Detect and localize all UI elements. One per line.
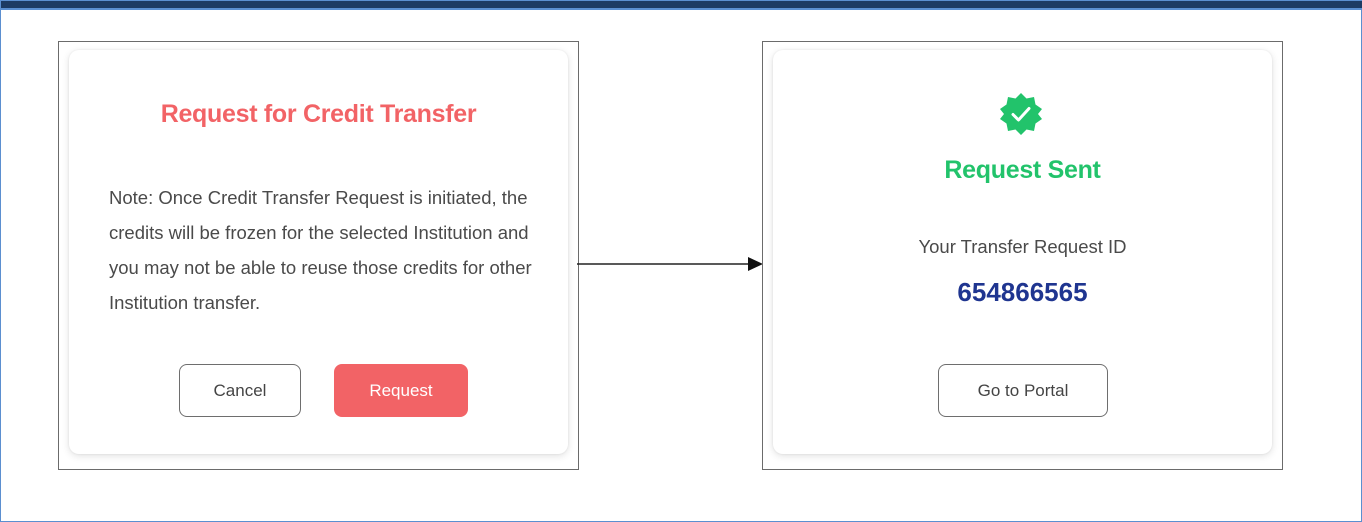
transfer-request-id-value: 654866565: [957, 277, 1088, 307]
screenshot-frame: Request for Credit Transfer Note: Once C…: [0, 0, 1362, 522]
request-sent-title: Request Sent: [944, 156, 1101, 184]
flow-arrow: [577, 257, 763, 271]
credit-transfer-note: Note: Once Credit Transfer Request is in…: [109, 187, 532, 313]
request-dialog-card: Request for Credit Transfer Note: Once C…: [69, 50, 568, 454]
request-sent-card: Request Sent Your Transfer Request ID 65…: [773, 50, 1272, 454]
request-dialog-frame: Request for Credit Transfer Note: Once C…: [58, 41, 579, 470]
request-dialog-title: Request for Credit Transfer: [160, 100, 477, 128]
go-to-portal-button[interactable]: Go to Portal: [938, 364, 1108, 417]
header-bar: [1, 1, 1362, 10]
request-sent-dialog-frame: Request Sent Your Transfer Request ID 65…: [762, 41, 1283, 470]
cancel-button[interactable]: Cancel: [179, 364, 301, 417]
transfer-request-id-label: Your Transfer Request ID: [918, 236, 1127, 257]
request-button[interactable]: Request: [334, 364, 468, 417]
verified-check-badge-icon: [1000, 93, 1042, 135]
